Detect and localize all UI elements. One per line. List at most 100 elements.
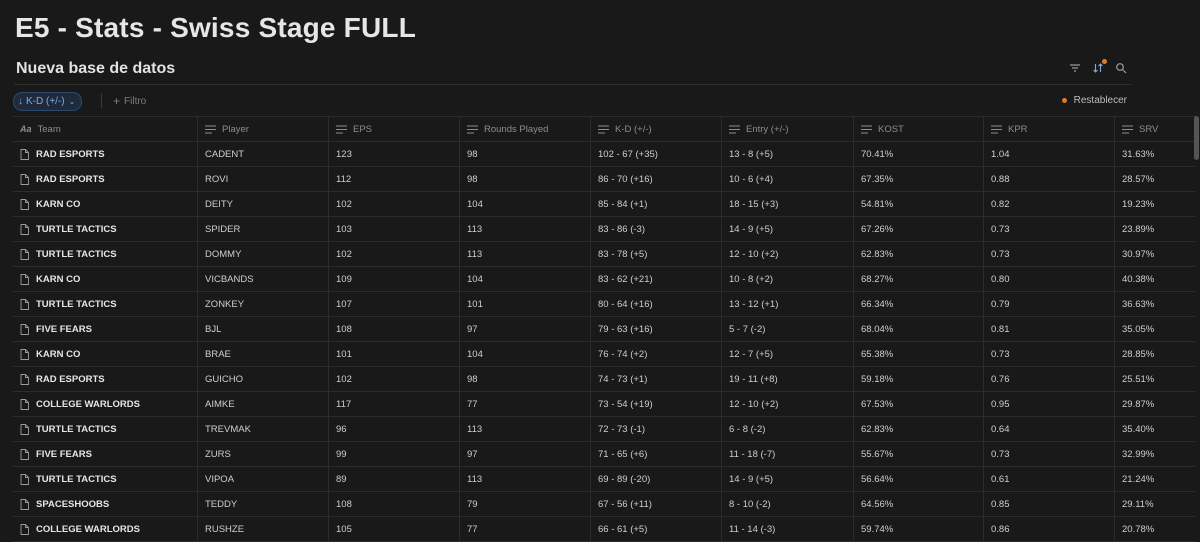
player-cell[interactable]: CADENT (198, 142, 329, 166)
eps-cell[interactable]: 108 (329, 317, 460, 341)
column-header-kost[interactable]: KOST (854, 117, 984, 141)
rounds-played-cell[interactable]: 97 (460, 317, 591, 341)
eps-cell[interactable]: 123 (329, 142, 460, 166)
team-cell[interactable]: KARN CO (13, 192, 198, 216)
player-cell[interactable]: VICBANDS (198, 267, 329, 291)
kost-cell[interactable]: 62.83% (854, 417, 984, 441)
entry-cell[interactable]: 10 - 8 (+2) (722, 267, 854, 291)
rounds-played-cell[interactable]: 97 (460, 442, 591, 466)
table-row[interactable]: KARN CO BRAE 101 104 76 - 74 (+2) 12 - 7 (+5)… (13, 342, 1195, 367)
table-row[interactable]: TURTLE TACTICS SPIDER 103 113 83 - 86 (-3) 14… (13, 217, 1195, 242)
player-cell[interactable]: ZURS (198, 442, 329, 466)
team-cell[interactable]: TURTLE TACTICS (13, 217, 198, 241)
team-cell[interactable]: TURTLE TACTICS (13, 242, 198, 266)
entry-cell[interactable]: 10 - 6 (+4) (722, 167, 854, 191)
table-row[interactable]: RAD ESPORTS ROVI 112 98 86 - 70 (+16) 10 - 6 … (13, 167, 1195, 192)
filter-icon[interactable] (1068, 61, 1082, 75)
kost-cell[interactable]: 67.53% (854, 392, 984, 416)
team-cell[interactable]: RAD ESPORTS (13, 142, 198, 166)
add-filter-button[interactable]: + Filtro (113, 94, 146, 108)
eps-cell[interactable]: 105 (329, 517, 460, 541)
player-cell[interactable]: ZONKEY (198, 292, 329, 316)
kost-cell[interactable]: 62.83% (854, 242, 984, 266)
player-cell[interactable]: RUSHZE (198, 517, 329, 541)
rounds-played-cell[interactable]: 104 (460, 192, 591, 216)
eps-cell[interactable]: 96 (329, 417, 460, 441)
srv-cell[interactable]: 23.89% (1115, 217, 1195, 241)
eps-cell[interactable]: 102 (329, 367, 460, 391)
kost-cell[interactable]: 67.26% (854, 217, 984, 241)
entry-cell[interactable]: 5 - 7 (-2) (722, 317, 854, 341)
kost-cell[interactable]: 59.18% (854, 367, 984, 391)
kpr-cell[interactable]: 0.73 (984, 442, 1115, 466)
kd-cell[interactable]: 83 - 62 (+21) (591, 267, 722, 291)
srv-cell[interactable]: 31.63% (1115, 142, 1195, 166)
kpr-cell[interactable]: 0.79 (984, 292, 1115, 316)
kd-cell[interactable]: 80 - 64 (+16) (591, 292, 722, 316)
entry-cell[interactable]: 12 - 10 (+2) (722, 392, 854, 416)
column-header-eps[interactable]: EPS (329, 117, 460, 141)
kpr-cell[interactable]: 1.04 (984, 142, 1115, 166)
srv-cell[interactable]: 29.87% (1115, 392, 1195, 416)
rounds-played-cell[interactable]: 98 (460, 142, 591, 166)
table-row[interactable]: TURTLE TACTICS VIPOA 89 113 69 - 89 (-20) 14 … (13, 467, 1195, 492)
column-header-kpr[interactable]: KPR (984, 117, 1115, 141)
table-row[interactable]: KARN CO DEITY 102 104 85 - 84 (+1) 18 - 15 (+… (13, 192, 1195, 217)
eps-cell[interactable]: 107 (329, 292, 460, 316)
table-row[interactable]: RAD ESPORTS CADENT 123 98 102 - 67 (+35) 13 -… (13, 142, 1195, 167)
search-icon[interactable] (1114, 61, 1128, 75)
entry-cell[interactable]: 13 - 12 (+1) (722, 292, 854, 316)
table-row[interactable]: SPACESHOOBS TEDDY 108 79 67 - 56 (+11) 8 - 10… (13, 492, 1195, 517)
player-cell[interactable]: DEITY (198, 192, 329, 216)
kd-cell[interactable]: 83 - 78 (+5) (591, 242, 722, 266)
entry-cell[interactable]: 14 - 9 (+5) (722, 217, 854, 241)
team-cell[interactable]: SPACESHOOBS (13, 492, 198, 516)
eps-cell[interactable]: 102 (329, 192, 460, 216)
player-cell[interactable]: BJL (198, 317, 329, 341)
kd-cell[interactable]: 74 - 73 (+1) (591, 367, 722, 391)
srv-cell[interactable]: 32.99% (1115, 442, 1195, 466)
kpr-cell[interactable]: 0.88 (984, 167, 1115, 191)
kpr-cell[interactable]: 0.85 (984, 492, 1115, 516)
database-title[interactable]: Nueva base de datos (16, 60, 175, 78)
entry-cell[interactable]: 6 - 8 (-2) (722, 417, 854, 441)
kost-cell[interactable]: 54.81% (854, 192, 984, 216)
kost-cell[interactable]: 64.56% (854, 492, 984, 516)
team-cell[interactable]: FIVE FEARS (13, 442, 198, 466)
eps-cell[interactable]: 103 (329, 217, 460, 241)
column-header-kd[interactable]: K-D (+/-) (591, 117, 722, 141)
table-row[interactable]: COLLEGE WARLORDS RUSHZE 105 77 66 - 61 (+5) 1… (13, 517, 1195, 542)
kpr-cell[interactable]: 0.82 (984, 192, 1115, 216)
team-cell[interactable]: KARN CO (13, 267, 198, 291)
reset-button[interactable]: Restablecer (1061, 95, 1127, 106)
column-header-player[interactable]: Player (198, 117, 329, 141)
kpr-cell[interactable]: 0.73 (984, 217, 1115, 241)
team-cell[interactable]: COLLEGE WARLORDS (13, 517, 198, 541)
kpr-cell[interactable]: 0.80 (984, 267, 1115, 291)
column-header-rounds-played[interactable]: Rounds Played (460, 117, 591, 141)
entry-cell[interactable]: 11 - 14 (-3) (722, 517, 854, 541)
team-cell[interactable]: TURTLE TACTICS (13, 467, 198, 491)
entry-cell[interactable]: 12 - 7 (+5) (722, 342, 854, 366)
kpr-cell[interactable]: 0.64 (984, 417, 1115, 441)
player-cell[interactable]: GUICHO (198, 367, 329, 391)
player-cell[interactable]: VIPOA (198, 467, 329, 491)
eps-cell[interactable]: 117 (329, 392, 460, 416)
table-row[interactable]: TURTLE TACTICS DOMMY 102 113 83 - 78 (+5) 12 … (13, 242, 1195, 267)
srv-cell[interactable]: 36.63% (1115, 292, 1195, 316)
kpr-cell[interactable]: 0.76 (984, 367, 1115, 391)
rounds-played-cell[interactable]: 113 (460, 217, 591, 241)
scrollbar[interactable] (1194, 116, 1199, 160)
kd-cell[interactable]: 83 - 86 (-3) (591, 217, 722, 241)
kd-cell[interactable]: 86 - 70 (+16) (591, 167, 722, 191)
table-row[interactable]: TURTLE TACTICS TREVMAK 96 113 72 - 73 (-1) 6 … (13, 417, 1195, 442)
kost-cell[interactable]: 67.35% (854, 167, 984, 191)
eps-cell[interactable]: 112 (329, 167, 460, 191)
player-cell[interactable]: AIMKE (198, 392, 329, 416)
rounds-played-cell[interactable]: 101 (460, 292, 591, 316)
rounds-played-cell[interactable]: 104 (460, 342, 591, 366)
kd-cell[interactable]: 73 - 54 (+19) (591, 392, 722, 416)
column-header-srv[interactable]: SRV (1115, 117, 1195, 141)
srv-cell[interactable]: 35.05% (1115, 317, 1195, 341)
rounds-played-cell[interactable]: 98 (460, 367, 591, 391)
